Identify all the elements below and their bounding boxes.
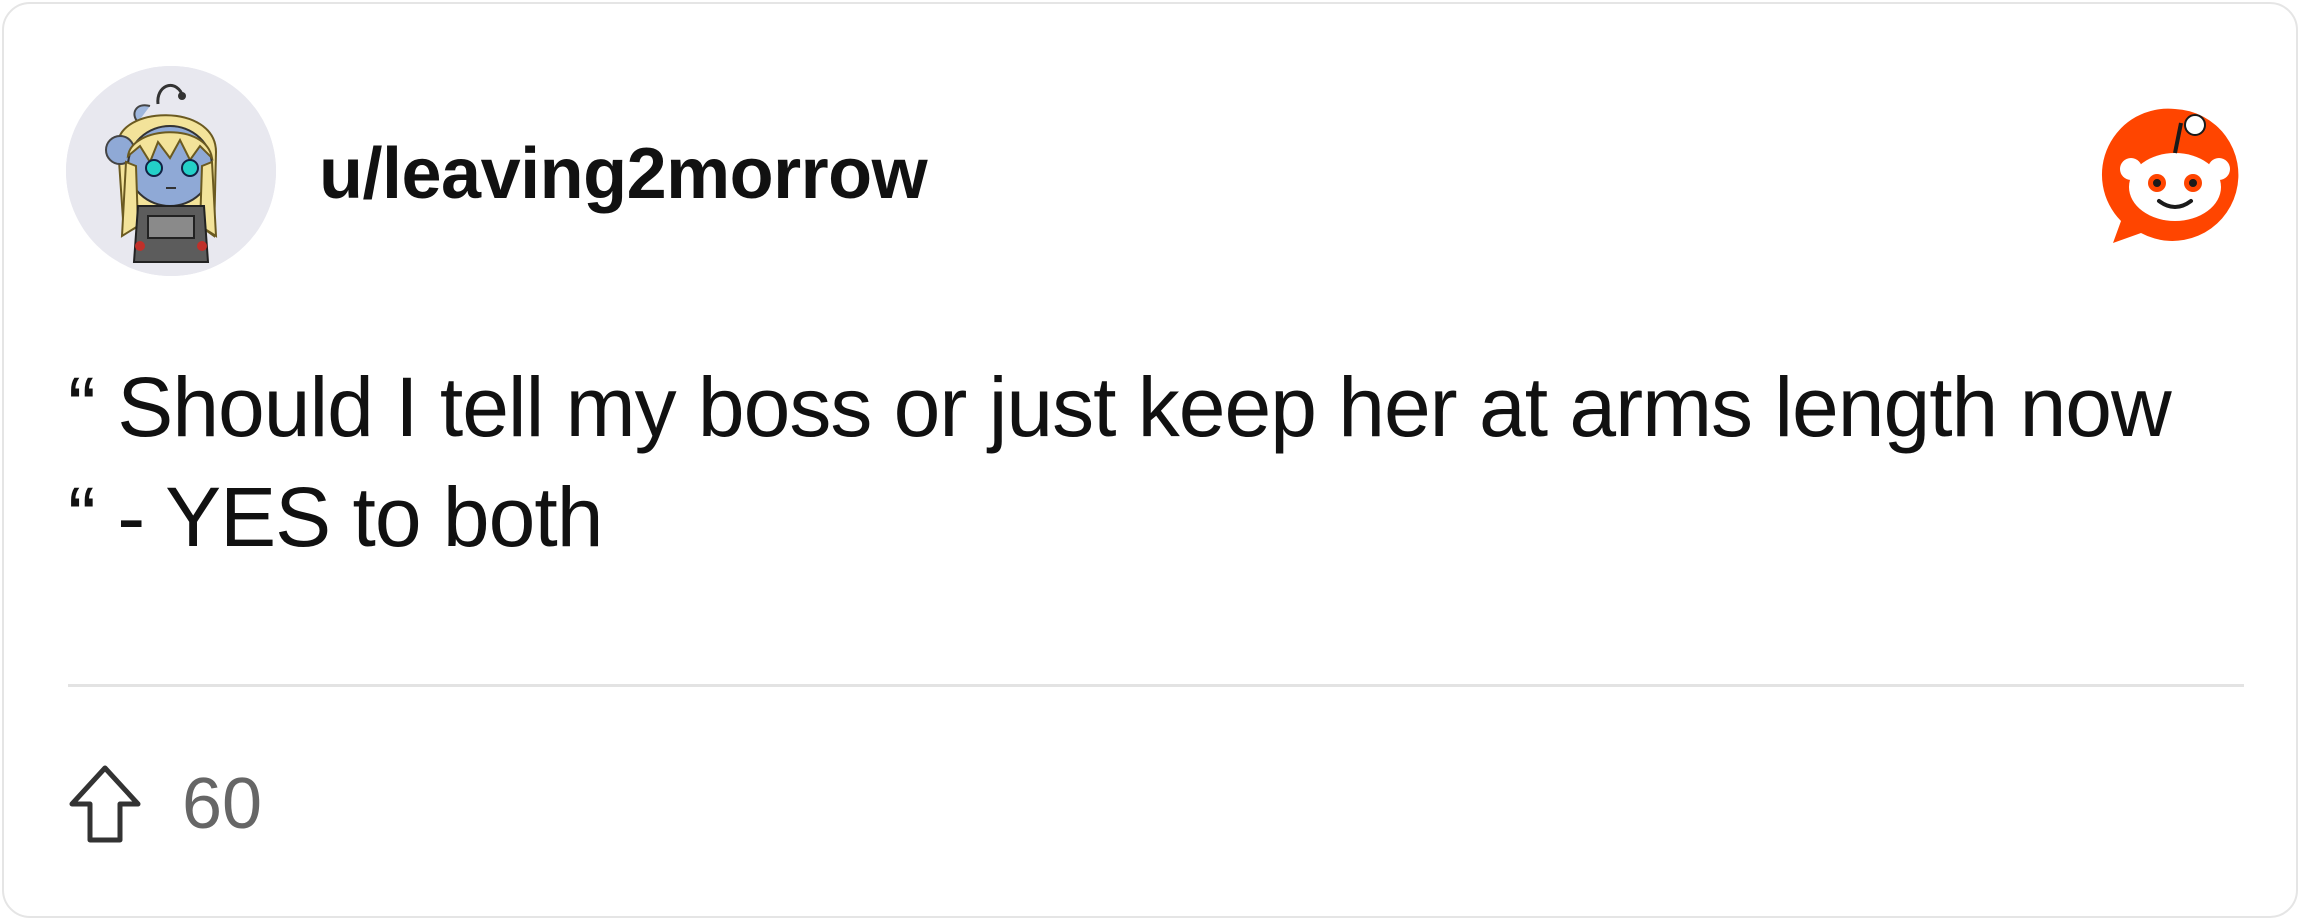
upvote-arrow-icon	[69, 765, 141, 843]
divider	[68, 684, 2244, 687]
post-card: u/leaving2morrow “ Should I tell my boss…	[2, 2, 2298, 918]
post-text: “ Should I tell my boss or just keep her…	[68, 360, 2172, 564]
username[interactable]: u/leaving2morrow	[319, 129, 928, 219]
snoo-avatar-icon	[66, 66, 276, 276]
reddit-logo	[2101, 101, 2249, 249]
reddit-logo-icon	[2101, 108, 2239, 243]
avatar[interactable]	[66, 66, 276, 276]
vote-group: 60	[68, 764, 262, 844]
upvote-count: 60	[182, 764, 263, 844]
upvote-button[interactable]	[68, 764, 142, 844]
